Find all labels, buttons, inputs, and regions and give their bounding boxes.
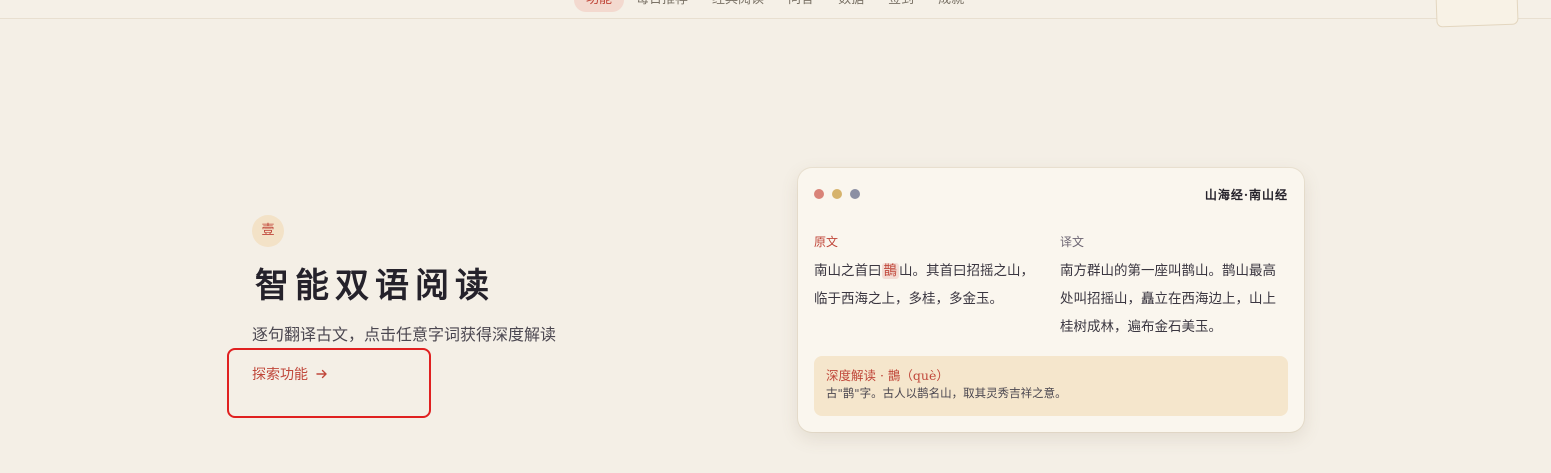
nav-item-data[interactable]: 数据: [826, 0, 876, 12]
nav-item-classics[interactable]: 经典阅读: [700, 0, 776, 12]
nav-item-qa[interactable]: 问答: [776, 0, 826, 12]
explanation-body: 古"鹊"字。古人以鹊名山，取其灵秀吉祥之意。: [826, 386, 1067, 400]
annotation-highlight-box: [227, 348, 431, 418]
nav-item-achievements[interactable]: 成就: [926, 0, 976, 12]
translation-text: 南方群山的第一座叫鹊山。鹊山最高处叫招摇山，矗立在西海边上，山上桂树成林，遍布金…: [1060, 263, 1276, 335]
original-label: 原文: [814, 235, 839, 249]
reading-card: 山海经·南山经 原文 译文 南山之首曰鵲山。其首曰招摇之山，临于西海之上，多桂，…: [798, 168, 1304, 432]
feature-title: 智能双语阅读: [255, 266, 495, 306]
nav-item-features[interactable]: 功能: [574, 0, 625, 12]
translation-label: 译文: [1060, 235, 1085, 249]
nav-items: 功能 每日推荐 经典阅读 问答 数据 签到 成就: [574, 0, 976, 12]
window-dot-yellow: [832, 189, 842, 199]
corner-tab[interactable]: [1435, 0, 1519, 28]
window-dot-red: [814, 189, 824, 199]
highlighted-character[interactable]: 鵲: [881, 263, 899, 279]
feature-number-badge: 壹: [252, 215, 284, 247]
original-text: 南山之首曰鵲山。其首曰招摇之山，临于西海之上，多桂，多金玉。: [814, 257, 1046, 313]
top-nav: 功能 每日推荐 经典阅读 问答 数据 签到 成就: [0, 0, 1551, 19]
window-dot-gray: [850, 189, 860, 199]
feature-subtitle: 逐句翻译古文，点击任意字词获得深度解读: [252, 325, 557, 344]
original-text-before: 南山之首曰: [814, 263, 882, 279]
nav-item-checkin[interactable]: 签到: [876, 0, 926, 12]
card-title: 山海经·南山经: [1204, 188, 1288, 202]
nav-item-daily[interactable]: 每日推荐: [624, 0, 700, 12]
deep-explanation-panel: 深度解读 · 鵲（què） 古"鹊"字。古人以鹊名山，取其灵秀吉祥之意。: [814, 356, 1288, 416]
explanation-heading: 深度解读 · 鵲（què）: [826, 368, 949, 383]
